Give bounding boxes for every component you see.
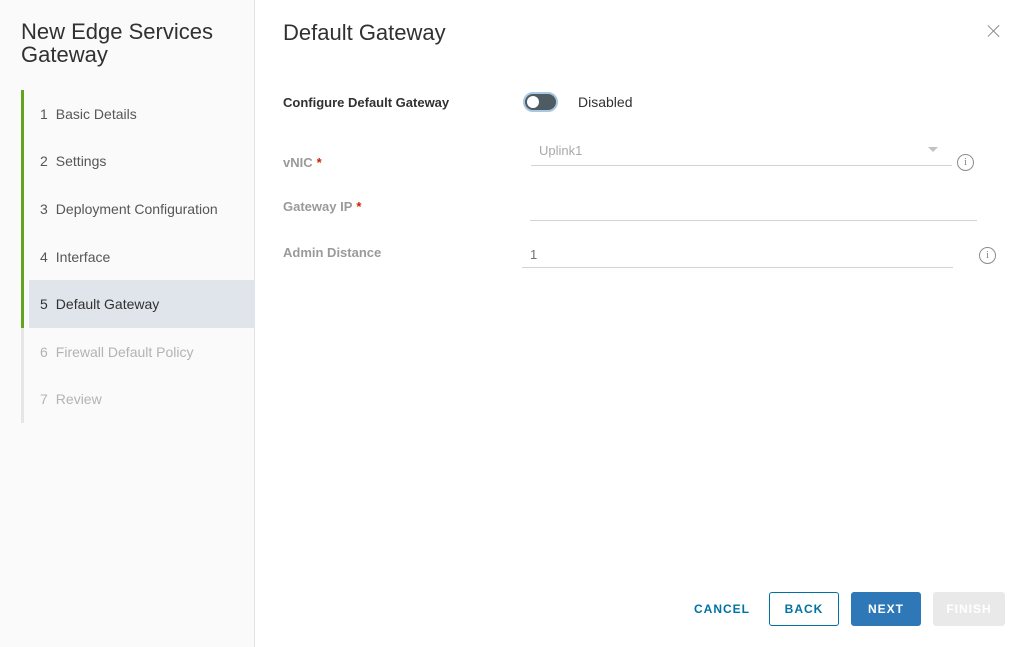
cancel-button[interactable]: CANCEL: [686, 592, 758, 626]
step-label: Default Gateway: [55, 296, 160, 313]
vnic-info-icon[interactable]: i: [957, 154, 974, 171]
wizard-sidebar: New Edge Services Gateway 1 Basic Detail…: [0, 0, 255, 647]
step-label: Interface: [55, 248, 111, 265]
finish-button: FINISH: [933, 592, 1005, 626]
step-number: 6: [40, 343, 48, 360]
step-review: 7 Review: [21, 376, 255, 424]
required-asterisk: *: [356, 199, 362, 214]
step-label: Deployment Configuration: [55, 200, 218, 217]
step-label: Review: [55, 391, 102, 408]
admin-distance-info-icon[interactable]: i: [979, 247, 996, 264]
step-number: 4: [40, 248, 48, 265]
gateway-ip-label: Gateway IP *: [283, 199, 361, 214]
back-button[interactable]: BACK: [769, 592, 839, 626]
toggle-knob: [527, 96, 539, 108]
step-firewall-default-policy: 6 Firewall Default Policy: [21, 328, 255, 376]
step-number: 1: [40, 105, 48, 122]
step-number: 7: [40, 391, 48, 408]
step-label: Settings: [55, 153, 107, 170]
gateway-ip-label-text: Gateway IP: [283, 199, 353, 214]
vnic-label-text: vNIC: [283, 155, 313, 170]
page-title: Default Gateway: [283, 20, 446, 45]
step-deployment-configuration[interactable]: 3 Deployment Configuration: [21, 185, 255, 233]
step-settings[interactable]: 2 Settings: [21, 137, 255, 186]
next-button[interactable]: NEXT: [851, 592, 921, 626]
step-basic-details[interactable]: 1 Basic Details: [21, 90, 255, 138]
toggle-state-text: Disabled: [578, 94, 633, 110]
admin-distance-input[interactable]: [522, 242, 953, 268]
configure-default-gateway-toggle[interactable]: [523, 92, 558, 112]
wizard-steps: 1 Basic Details 2 Settings 3 Deployment …: [21, 90, 255, 424]
vnic-select[interactable]: Uplink1: [531, 140, 952, 166]
step-label: Firewall Default Policy: [55, 343, 194, 360]
required-asterisk: *: [316, 155, 322, 170]
configure-default-gateway-label: Configure Default Gateway: [283, 95, 450, 110]
step-label: Basic Details: [55, 105, 137, 122]
admin-distance-label: Admin Distance: [283, 245, 382, 260]
vnic-label: vNIC *: [283, 155, 322, 170]
step-interface[interactable]: 4 Interface: [21, 232, 255, 281]
vnic-selected-value: Uplink1: [539, 143, 583, 158]
step-number: 2: [40, 153, 48, 170]
wizard-title: New Edge Services Gateway: [21, 19, 213, 67]
step-number: 3: [40, 200, 48, 217]
step-number: 5: [40, 296, 48, 313]
close-icon[interactable]: [985, 22, 1003, 40]
gateway-ip-input[interactable]: [530, 195, 977, 221]
chevron-down-icon: [928, 147, 938, 152]
step-default-gateway[interactable]: 5 Default Gateway: [21, 280, 255, 328]
